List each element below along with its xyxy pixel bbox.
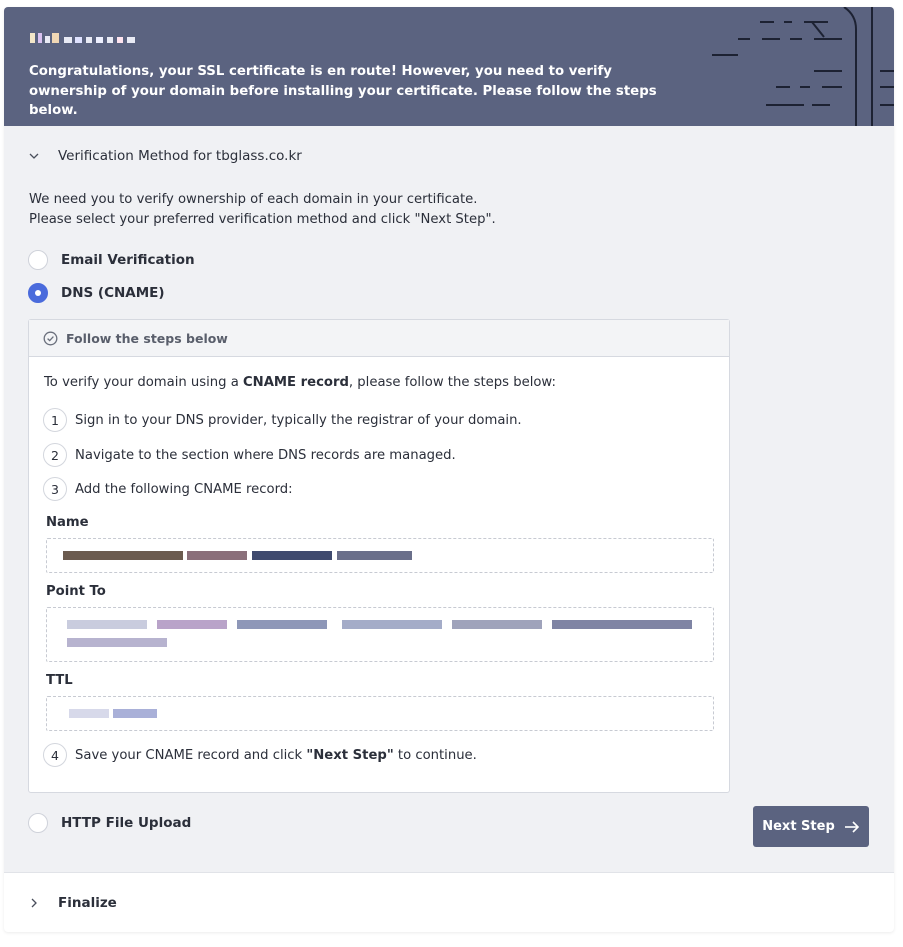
step-number: 4: [43, 743, 67, 767]
finalize-section: Finalize: [4, 872, 894, 932]
point-to-field-label: Point To: [46, 584, 106, 599]
step-3: 3 Add the following CNAME record:: [43, 477, 293, 501]
http-file-upload-label: HTTP File Upload: [61, 815, 192, 831]
steps-header-label: Follow the steps below: [66, 330, 228, 346]
chevron-right-icon: [31, 898, 37, 908]
step-number: 2: [43, 443, 67, 467]
next-step-button[interactable]: Next Step: [753, 806, 869, 847]
dns-cname-radio[interactable]: [28, 283, 48, 303]
name-field-label: Name: [46, 515, 89, 530]
step-number: 3: [43, 477, 67, 501]
check-circle-icon: [43, 331, 58, 345]
steps-lead-text: To verify your domain using a CNAME reco…: [44, 375, 556, 390]
banner-message: Congratulations, your SSL certificate is…: [29, 64, 657, 118]
step-4: 4 Save your CNAME record and click "Next…: [43, 743, 477, 767]
method-email-verification[interactable]: Email Verification: [28, 249, 195, 271]
intro-line-1: We need you to verify ownership of each …: [29, 192, 478, 207]
steps-header: Follow the steps below: [29, 320, 729, 357]
verification-method-title: Verification Method for tbglass.co.kr: [58, 148, 302, 164]
step-1: 1 Sign in to your DNS provider, typicall…: [43, 408, 522, 432]
ttl-field-label: TTL: [46, 673, 73, 688]
banner: Congratulations, your SSL certificate is…: [4, 7, 894, 126]
verification-intro: We need you to verify ownership of each …: [29, 190, 496, 230]
final-step-text-bold: "Next Step": [306, 747, 394, 763]
verification-method-header[interactable]: Verification Method for tbglass.co.kr: [28, 146, 302, 166]
finalize-title: Finalize: [58, 895, 117, 911]
email-verification-label: Email Verification: [61, 252, 195, 268]
arrow-right-icon: [844, 820, 859, 833]
lead-text-bold: CNAME record: [243, 375, 349, 390]
method-dns-cname[interactable]: DNS (CNAME): [28, 282, 165, 304]
next-step-label: Next Step: [762, 819, 835, 834]
email-verification-radio[interactable]: [28, 250, 48, 270]
step-number: 1: [43, 408, 67, 432]
final-step-text-end: to continue.: [393, 747, 477, 763]
chevron-down-icon: [29, 153, 39, 159]
step-text: Navigate to the section where DNS record…: [75, 447, 456, 463]
step-text: Sign in to your DNS provider, typically …: [75, 412, 522, 428]
lead-text-end: , please follow the steps below:: [348, 375, 556, 390]
step-2: 2 Navigate to the section where DNS reco…: [43, 443, 456, 467]
intro-line-2: Please select your preferred verificatio…: [29, 212, 496, 227]
ssl-verification-card: Congratulations, your SSL certificate is…: [4, 7, 894, 932]
dns-cname-label: DNS (CNAME): [61, 285, 165, 301]
name-field[interactable]: [46, 538, 714, 573]
step-text: Save your CNAME record and click "Next S…: [75, 748, 477, 763]
lead-text-start: To verify your domain using a: [44, 375, 243, 390]
point-to-field[interactable]: [46, 607, 714, 662]
final-step-text-start: Save your CNAME record and click: [75, 747, 307, 763]
http-file-upload-radio[interactable]: [28, 813, 48, 833]
banner-title-redacted: [30, 33, 140, 45]
step-text: Add the following CNAME record:: [75, 481, 293, 497]
method-http-file-upload[interactable]: HTTP File Upload: [28, 812, 191, 834]
dns-steps-panel: Follow the steps below To verify your do…: [28, 319, 730, 793]
circuit-decoration-icon: [712, 7, 894, 126]
ttl-field[interactable]: [46, 696, 714, 731]
finalize-header[interactable]: Finalize: [28, 893, 117, 913]
